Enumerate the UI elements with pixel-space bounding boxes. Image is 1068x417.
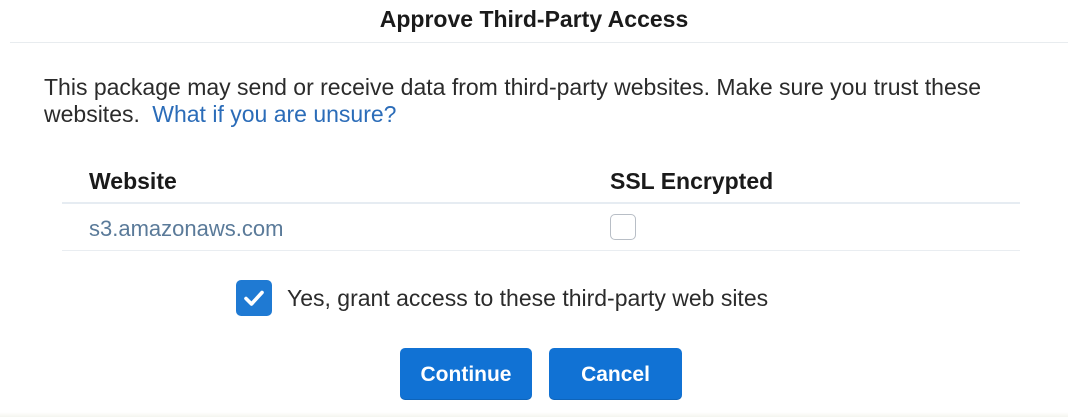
dialog-title: Approve Third-Party Access [379,6,689,32]
title-divider [10,42,1068,43]
dialog-message: This package may send or receive data fr… [44,74,1034,128]
checkmark-icon [244,290,264,306]
websites-table: Website SSL Encrypted s3.amazonaws.com [62,162,1020,251]
continue-button[interactable]: Continue [400,348,532,400]
column-header-ssl-encrypted: SSL Encrypted [610,168,774,194]
ssl-encrypted-checkbox [610,214,636,240]
website-cell: s3.amazonaws.com [89,216,284,241]
table-row: s3.amazonaws.com [62,204,1020,251]
cancel-button[interactable]: Cancel [549,348,682,400]
approve-third-party-access-dialog: Approve Third-Party Access This package … [0,0,1068,417]
table-header: Website SSL Encrypted [62,162,1020,204]
grant-access-checkbox[interactable] [236,280,272,316]
column-header-website: Website [89,168,177,194]
help-link[interactable]: What if you are unsure? [152,101,396,127]
grant-access-label[interactable]: Yes, grant access to these third-party w… [287,283,768,313]
bottom-edge [0,412,1068,417]
grant-access-option[interactable]: Yes, grant access to these third-party w… [236,280,768,316]
